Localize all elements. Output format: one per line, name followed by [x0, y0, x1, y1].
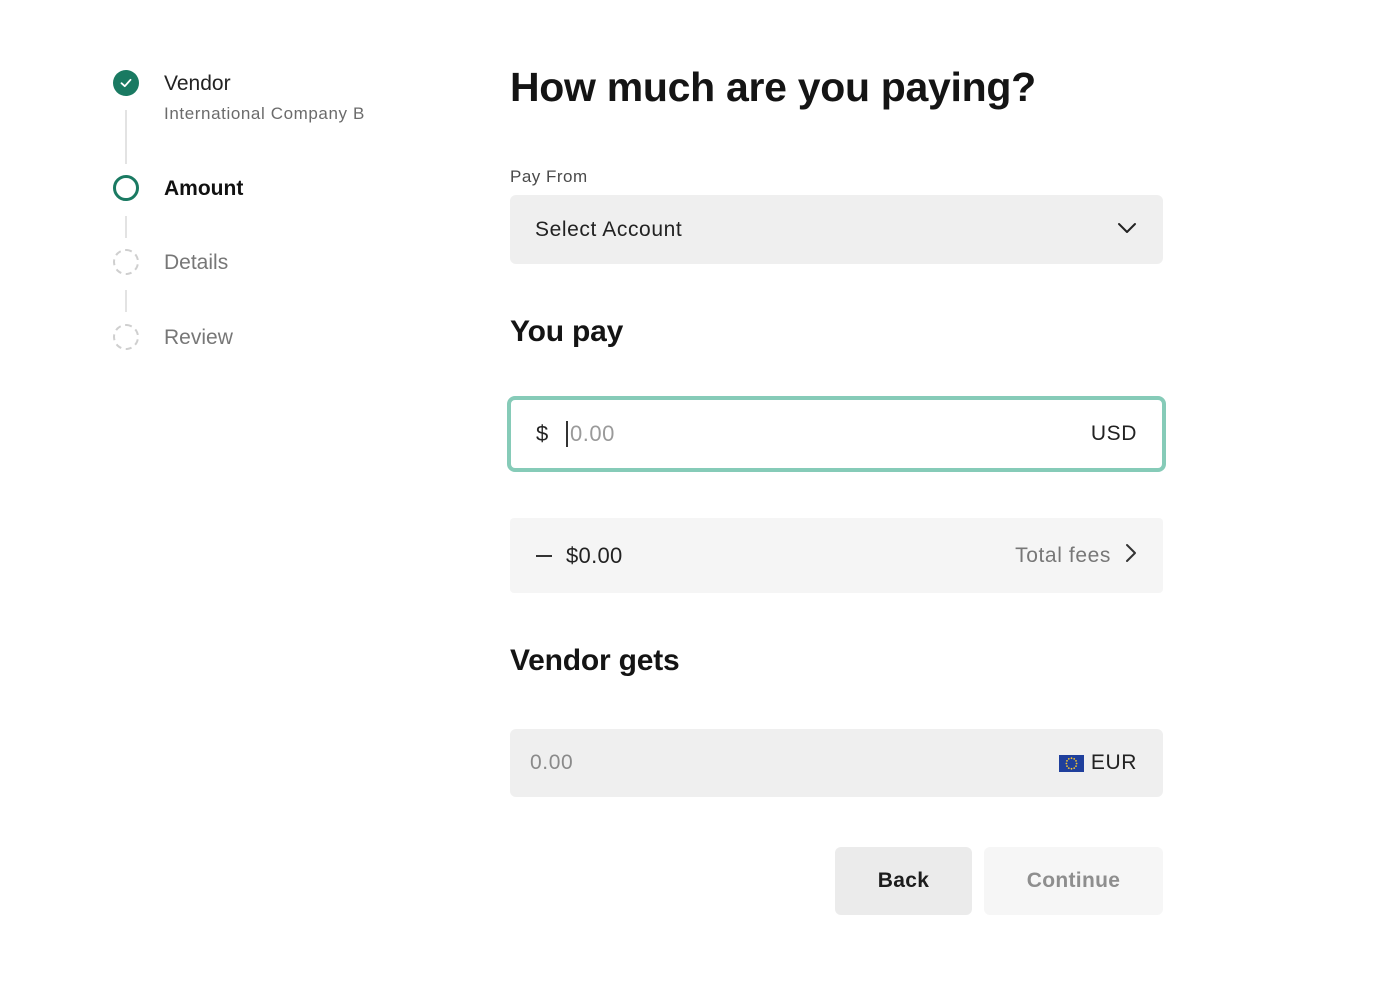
you-pay-field[interactable]: $ USD — [507, 396, 1166, 472]
check-icon — [113, 70, 139, 96]
total-fees-row[interactable]: $0.00 Total fees — [510, 518, 1163, 593]
you-pay-amount-input[interactable] — [566, 421, 1091, 447]
you-pay-currency-code: USD — [1090, 422, 1137, 445]
step-connector — [125, 216, 127, 238]
step-label: Vendor — [164, 72, 231, 95]
step-sublabel: International Company B — [164, 104, 365, 123]
step-label: Amount — [164, 177, 244, 200]
continue-button[interactable]: Continue — [984, 847, 1163, 915]
vendor-gets-title: Vendor gets — [510, 644, 680, 677]
step-vendor[interactable]: Vendor International Company B — [113, 70, 365, 124]
chevron-down-icon — [1117, 221, 1137, 239]
pay-from-select[interactable]: Select Account — [510, 195, 1163, 264]
eu-flag-icon — [1058, 754, 1084, 772]
step-review[interactable]: Review — [113, 324, 233, 352]
total-fees-label: Total fees — [1015, 543, 1111, 567]
chevron-right-icon — [1125, 543, 1137, 568]
fees-amount: $0.00 — [566, 542, 623, 568]
vendor-gets-field: 0.00 EUR — [510, 729, 1163, 797]
currency-symbol: $ — [536, 421, 549, 446]
step-label: Details — [164, 251, 229, 274]
back-button[interactable]: Back — [835, 847, 972, 915]
current-step-icon — [113, 175, 139, 201]
minus-icon — [536, 554, 552, 557]
page-title: How much are you paying? — [510, 64, 1036, 110]
pending-step-icon — [113, 249, 139, 275]
vendor-gets-amount: 0.00 — [530, 751, 574, 774]
vendor-gets-currency-code: EUR — [1090, 751, 1137, 774]
step-amount[interactable]: Amount — [113, 175, 243, 203]
step-label: Review — [164, 326, 233, 349]
step-connector — [125, 290, 127, 312]
you-pay-title: You pay — [510, 315, 624, 348]
pay-from-label: Pay From — [510, 167, 588, 186]
step-details[interactable]: Details — [113, 249, 228, 277]
pay-from-selected-value: Select Account — [535, 217, 683, 241]
pending-step-icon — [113, 324, 139, 350]
